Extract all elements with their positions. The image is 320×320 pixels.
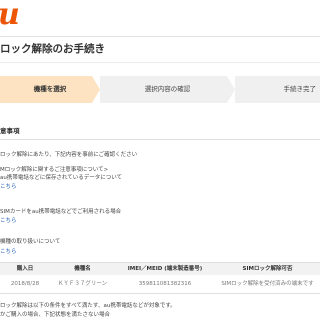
step-complete: 手続き完了 xyxy=(235,76,320,103)
page-title: ロック解除のお手続き xyxy=(0,43,105,55)
header-divider xyxy=(0,36,320,37)
notes-handling-link[interactable]: こちら xyxy=(0,249,17,255)
col-model-name: 機種名 xyxy=(74,266,91,272)
au-logo[interactable]: u xyxy=(0,0,20,30)
step-confirm-selection: 選択内容の確認 xyxy=(100,76,235,103)
notes-handling-text: 機種の取り扱いについて xyxy=(0,239,61,245)
table-row: 2018/8/28 ＫＹＦ３７グリーン 359811081382316 SIMロ… xyxy=(0,275,320,294)
cell-model-name: ＫＹＦ３７グリーン xyxy=(57,281,108,287)
cell-sim-unlock-status: SIMロック解除を受付済みの端末です xyxy=(221,281,314,287)
notes-intro: ロック解除にあたり、下記内容を事前にご確認ください xyxy=(0,152,138,158)
cell-imei: 359811081382316 xyxy=(138,281,192,287)
step-select-device: 機種を選択 xyxy=(0,76,100,103)
table-header: 購入日 機種名 IMEI／MEID (端末製造番号) SIMロック解除可否 xyxy=(0,262,320,276)
notes-sim-link[interactable]: こちら xyxy=(0,218,17,224)
notes-heading: 意事項 xyxy=(0,125,320,140)
col-sim-unlock-status: SIMロック解除可否 xyxy=(242,266,293,272)
title-divider xyxy=(0,62,320,63)
notes-data-text: au携帯電話などに保存されているデータについて xyxy=(0,175,123,181)
cell-purchase-date: 2018/8/28 xyxy=(10,281,40,287)
progress-steps: 機種を選択 選択内容の確認 手続き完了 xyxy=(0,76,320,103)
footer-conditions: ロック解除は以下の条件をすべて満たす、au携帯電話などが対象です。 xyxy=(0,303,176,309)
col-purchase-date: 購入日 xyxy=(16,266,34,272)
col-imei: IMEI／MEID (端末製造番号) xyxy=(127,266,203,272)
notes-sim-text: SIMカードをau携帯電話などでご利用される場合 xyxy=(0,209,122,215)
footer-note: かご購入の場合、下記状態を満たさない場合 xyxy=(0,312,111,318)
notes-caution-title: Mロック解除に関するご注意事項について> xyxy=(0,167,109,173)
notes-data-link[interactable]: こちら xyxy=(0,184,17,190)
